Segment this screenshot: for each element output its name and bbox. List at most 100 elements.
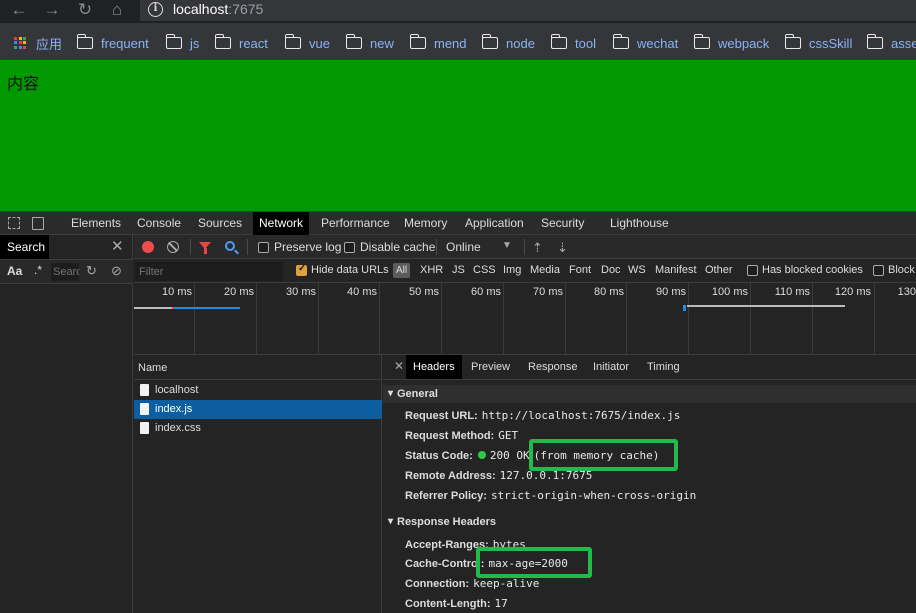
tab-performance[interactable]: Performance	[315, 212, 396, 235]
bookmark-wechat[interactable]: wechat	[612, 34, 679, 52]
record-icon[interactable]	[142, 241, 154, 253]
address-bar[interactable]: i localhost:7675	[140, 0, 916, 21]
bookmarks-bar: 应用 frequent js react vue new mend node t…	[0, 23, 916, 60]
reload-icon[interactable]: ↻	[74, 0, 96, 20]
timeline-tick: 110 ms	[774, 286, 810, 298]
tab-sources[interactable]: Sources	[192, 212, 248, 235]
bookmark-cssskill[interactable]: cssSkill	[784, 34, 853, 52]
has-blocked-cookies-checkbox[interactable]	[747, 265, 758, 276]
info-icon[interactable]: i	[148, 2, 163, 17]
tab-lighthouse[interactable]: Lighthouse	[604, 212, 675, 235]
request-row-index-css[interactable]: index.css	[134, 419, 382, 438]
timeline-overview[interactable]: 10 ms 20 ms 30 ms 40 ms 50 ms 60 ms 70 m…	[134, 283, 916, 355]
filter-type-manifest[interactable]: Manifest	[655, 264, 697, 276]
filter-type-doc[interactable]: Doc	[601, 264, 621, 276]
tab-headers[interactable]: Headers	[406, 355, 462, 379]
filter-type-xhr[interactable]: XHR	[420, 264, 443, 276]
filter-icon[interactable]	[199, 242, 211, 254]
search-panel-tab[interactable]: Search	[0, 235, 49, 259]
match-case-button[interactable]: Aa	[7, 264, 22, 278]
blocked-requests-label: Block	[888, 264, 915, 276]
bookmark-asse[interactable]: asse	[866, 34, 916, 52]
tab-elements[interactable]: Elements	[65, 212, 127, 235]
bookmark-tool[interactable]: tool	[550, 34, 596, 52]
filter-type-css[interactable]: CSS	[473, 264, 496, 276]
search-icon[interactable]	[225, 241, 235, 251]
column-header-name[interactable]: Name	[134, 355, 382, 380]
bookmark-frequent[interactable]: frequent	[76, 34, 149, 52]
timeline-tick: 70 ms	[533, 286, 563, 298]
disable-cache-checkbox[interactable]	[344, 242, 355, 253]
refresh-icon[interactable]: ↻	[86, 263, 97, 279]
tab-timing[interactable]: Timing	[640, 355, 687, 379]
close-icon[interactable]: ✕	[394, 359, 404, 373]
divider	[436, 239, 437, 255]
bookmark-mend[interactable]: mend	[409, 34, 467, 52]
tab-memory[interactable]: Memory	[398, 212, 453, 235]
bookmark-react[interactable]: react	[214, 34, 268, 52]
bookmark-node[interactable]: node	[481, 34, 535, 52]
timeline-tick: 130	[897, 286, 916, 298]
search-panel: Search ✕ Aa .* ↻ ⊘	[0, 235, 133, 613]
back-icon[interactable]: ←	[8, 0, 30, 20]
apps-grid-icon	[14, 36, 27, 50]
tab-console[interactable]: Console	[131, 212, 187, 235]
status-ok-icon	[477, 451, 486, 459]
tab-response[interactable]: Response	[521, 355, 585, 379]
close-icon[interactable]: ✕	[111, 237, 124, 255]
general-section-header[interactable]: General	[383, 385, 916, 403]
preserve-log-checkbox[interactable]	[258, 242, 269, 253]
timeline-bar	[174, 307, 240, 309]
throttling-select[interactable]: Online	[446, 240, 481, 254]
hide-data-urls-label: Hide data URLs	[311, 264, 389, 276]
tab-application[interactable]: Application	[459, 212, 530, 235]
tab-security[interactable]: Security	[535, 212, 590, 235]
clear-icon[interactable]	[167, 241, 179, 253]
request-row-localhost[interactable]: localhost	[134, 381, 382, 400]
response-headers-section-header[interactable]: Response Headers	[383, 513, 916, 531]
bookmark-label: wechat	[637, 35, 679, 51]
regex-button[interactable]: .*	[34, 263, 42, 277]
request-row-index-js[interactable]: index.js	[134, 400, 382, 419]
tab-network[interactable]: Network	[253, 212, 310, 235]
preserve-log-label: Preserve log	[274, 240, 342, 254]
hide-data-urls-checkbox[interactable]	[296, 263, 307, 276]
import-har-icon[interactable]: ⇡	[532, 240, 543, 256]
referrer-policy-row: Referrer Policy: strict-origin-when-cross…	[405, 489, 697, 502]
browser-toolbar: ← → ↻ ⌂ i localhost:7675	[0, 0, 916, 23]
bookmark-label: node	[506, 35, 535, 51]
bookmark-label: asse	[891, 35, 916, 51]
search-input[interactable]	[51, 263, 79, 281]
filter-type-js[interactable]: JS	[452, 264, 465, 276]
filter-type-other[interactable]: Other	[705, 264, 733, 276]
home-icon[interactable]: ⌂	[106, 0, 128, 20]
clear-search-icon[interactable]: ⊘	[111, 263, 122, 279]
bookmark-label: cssSkill	[809, 35, 853, 51]
filter-type-all[interactable]: All	[393, 263, 410, 278]
tab-preview[interactable]: Preview	[464, 355, 517, 379]
forward-icon[interactable]: →	[41, 0, 63, 20]
filter-type-ws[interactable]: WS	[628, 264, 646, 276]
bookmark-webpack[interactable]: webpack	[693, 34, 769, 52]
filter-type-font[interactable]: Font	[569, 264, 591, 276]
device-toolbar-icon[interactable]	[32, 217, 44, 230]
export-har-icon[interactable]: ⇣	[557, 240, 568, 256]
divider	[190, 239, 191, 255]
bookmark-js[interactable]: js	[165, 34, 199, 52]
blocked-requests-checkbox[interactable]	[873, 265, 884, 276]
inspect-element-icon[interactable]	[8, 217, 20, 229]
bookmark-new[interactable]: new	[345, 34, 394, 52]
bookmark-vue[interactable]: vue	[284, 34, 330, 52]
filter-type-img[interactable]: Img	[503, 264, 521, 276]
page-content-text: 内容	[7, 76, 40, 93]
url-text: localhost:7675	[173, 1, 264, 17]
bookmark-label: 应用	[36, 36, 63, 52]
filter-input[interactable]	[135, 262, 283, 281]
bookmark-apps[interactable]: 应用	[14, 34, 62, 52]
chevron-down-icon[interactable]: ▼	[502, 240, 512, 251]
filter-type-media[interactable]: Media	[530, 264, 560, 276]
request-method-row: Request Method: GET	[405, 429, 519, 442]
divider	[524, 239, 525, 255]
tab-initiator[interactable]: Initiator	[586, 355, 636, 379]
request-name: index.css	[155, 422, 201, 434]
